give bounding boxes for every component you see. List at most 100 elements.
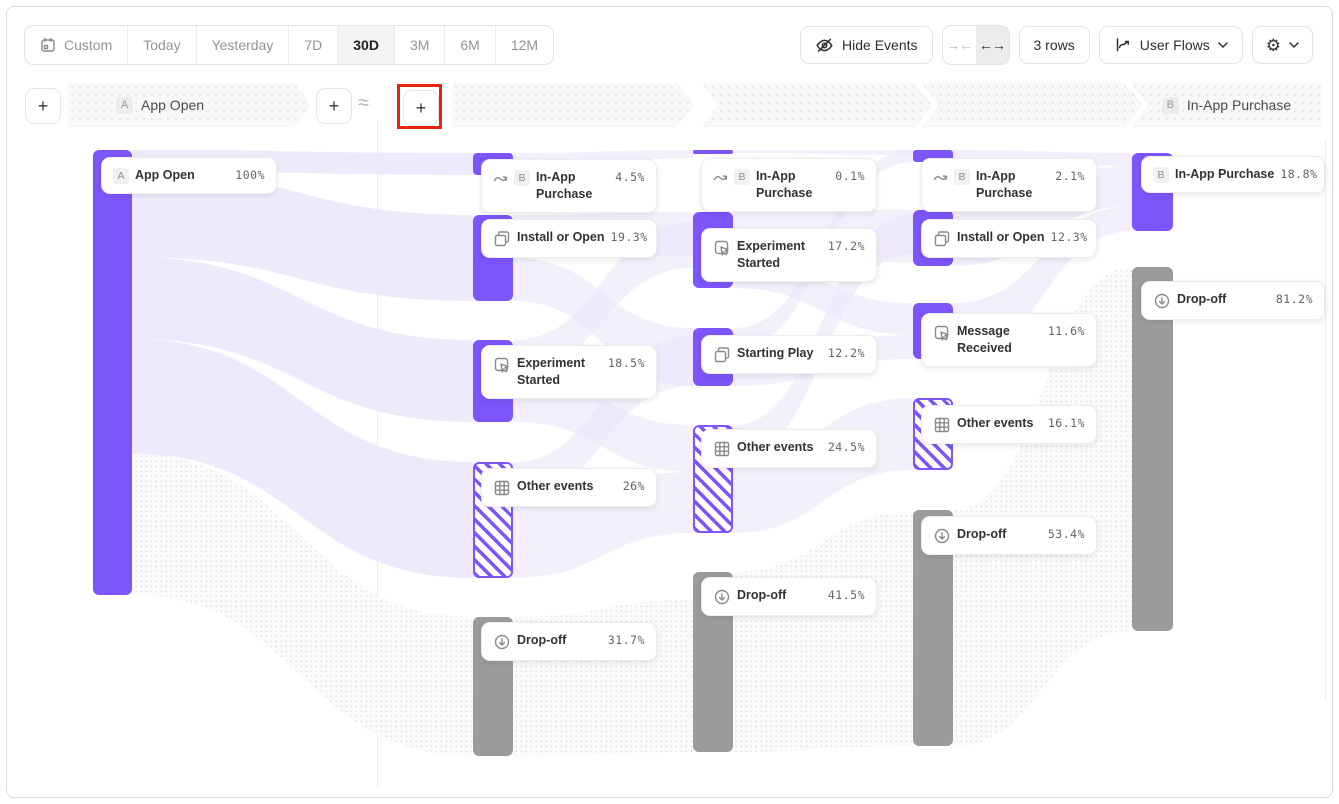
node-label: Drop-off xyxy=(1177,291,1226,308)
node-percent: 16.1% xyxy=(1048,415,1085,430)
node-percent: 100% xyxy=(235,167,265,182)
node-percent: 12.2% xyxy=(828,345,865,360)
right-edge-divider xyxy=(1325,140,1326,700)
chevron-down-icon xyxy=(1218,42,1228,48)
node-card-message-received[interactable]: Message Received 11.6% xyxy=(921,313,1097,367)
node-card-app-open[interactable]: A App Open 100% xyxy=(101,157,277,194)
date-range-picker: Custom Today Yesterday 7D 30D 3M 6M 12M xyxy=(24,25,554,65)
node-card-in-app-purchase[interactable]: B In-App Purchase 4.5% xyxy=(481,159,657,213)
node-percent: 11.6% xyxy=(1048,323,1085,338)
section-divider xyxy=(377,120,378,788)
grid-icon xyxy=(493,479,511,497)
range-12m[interactable]: 12M xyxy=(496,26,553,64)
bar-in-app-purchase[interactable] xyxy=(693,150,733,154)
node-label: In-App Purchase xyxy=(976,168,1049,202)
range-yesterday[interactable]: Yesterday xyxy=(197,26,290,64)
node-card-drop-off[interactable]: Drop-off 53.4% xyxy=(921,516,1097,555)
eye-off-icon xyxy=(815,36,834,55)
collapse-columns-button[interactable]: →← xyxy=(943,26,976,64)
approx-separator: ≈ xyxy=(358,92,369,115)
node-percent: 19.3% xyxy=(611,229,648,244)
node-label: Drop-off xyxy=(517,632,566,649)
toolbar-right: Hide Events →← ←→ 3 rows User Flows ⚙ xyxy=(800,25,1313,65)
bar-app-open[interactable] xyxy=(93,150,132,595)
range-custom[interactable]: Custom xyxy=(25,26,128,64)
wave-arrow-icon xyxy=(493,170,508,186)
step-b-badge: B xyxy=(1162,97,1179,114)
node-percent: 18.5% xyxy=(608,355,645,370)
step-a-label: App Open xyxy=(141,97,204,113)
step-header-app-open[interactable]: A App Open xyxy=(68,83,312,127)
drop-off-icon xyxy=(1153,292,1171,310)
node-card-drop-off[interactable]: Drop-off 31.7% xyxy=(481,622,657,661)
step-b-badge: B xyxy=(954,169,970,185)
drop-off-icon xyxy=(493,633,511,651)
node-card-in-app-purchase[interactable]: B In-App Purchase 18.8% xyxy=(1141,156,1325,193)
node-label: In-App Purchase xyxy=(1175,166,1274,183)
node-percent: 0.1% xyxy=(835,168,865,183)
copy-icon xyxy=(713,346,731,364)
view-label: User Flows xyxy=(1140,37,1210,53)
node-label: In-App Purchase xyxy=(756,168,829,202)
node-card-drop-off[interactable]: Drop-off 81.2% xyxy=(1141,281,1325,320)
node-card-other-events[interactable]: Other events 16.1% xyxy=(921,405,1097,444)
node-card-starting-play[interactable]: Starting Play 12.2% xyxy=(701,335,877,374)
node-percent: 2.1% xyxy=(1055,168,1085,183)
range-3m[interactable]: 3M xyxy=(395,26,445,64)
node-card-in-app-purchase[interactable]: B In-App Purchase 0.1% xyxy=(701,158,877,212)
spacing-toggle: →← ←→ xyxy=(942,25,1010,65)
node-percent: 26% xyxy=(623,478,645,493)
range-30d-active[interactable]: 30D xyxy=(338,26,395,64)
add-step-after-a-button[interactable]: + xyxy=(316,88,352,124)
node-card-drop-off[interactable]: Drop-off 41.5% xyxy=(701,577,877,616)
node-card-in-app-purchase[interactable]: B In-App Purchase 2.1% xyxy=(921,158,1097,212)
cursor-click-icon xyxy=(933,324,951,342)
range-today[interactable]: Today xyxy=(128,26,196,64)
wave-arrow-icon xyxy=(933,169,948,185)
node-card-experiment-started[interactable]: Experiment Started 17.2% xyxy=(701,228,877,282)
step-a-badge: A xyxy=(113,168,129,184)
node-label: Starting Play xyxy=(737,345,813,362)
node-card-experiment-started[interactable]: Experiment Started 18.5% xyxy=(481,345,657,399)
node-card-other-events[interactable]: Other events 24.5% xyxy=(701,429,877,468)
step-a-badge: A xyxy=(116,97,133,114)
hide-events-button[interactable]: Hide Events xyxy=(800,26,932,64)
node-label: Install or Open xyxy=(957,229,1045,246)
drop-off-icon xyxy=(933,527,951,545)
step-b-badge: B xyxy=(1153,167,1169,183)
add-step-before-button[interactable]: + xyxy=(25,88,61,124)
rows-label: 3 rows xyxy=(1034,37,1075,53)
node-label: Message Received xyxy=(957,323,1042,357)
node-card-other-events[interactable]: Other events 26% xyxy=(481,468,657,507)
node-label: App Open xyxy=(135,167,195,184)
range-7d[interactable]: 7D xyxy=(289,26,338,64)
node-percent: 53.4% xyxy=(1048,526,1085,541)
wave-arrow-icon xyxy=(713,169,728,185)
node-percent: 24.5% xyxy=(828,439,865,454)
node-card-install-or-open[interactable]: Install or Open 12.3% xyxy=(921,219,1097,258)
step-header-empty-3[interactable] xyxy=(921,83,1143,127)
expand-columns-button[interactable]: ←→ xyxy=(976,26,1009,64)
chevron-down-icon xyxy=(1289,42,1299,48)
settings-button[interactable]: ⚙ xyxy=(1252,26,1313,64)
node-card-install-or-open[interactable]: Install or Open 19.3% xyxy=(481,219,657,258)
step-header-in-app-purchase[interactable]: B In-App Purchase xyxy=(1131,83,1322,127)
copy-icon xyxy=(493,230,511,248)
cursor-click-icon xyxy=(493,356,511,374)
range-6m[interactable]: 6M xyxy=(445,26,495,64)
rows-button[interactable]: 3 rows xyxy=(1019,26,1090,64)
view-selector-button[interactable]: User Flows xyxy=(1099,26,1243,64)
node-label: Other events xyxy=(957,415,1033,432)
flows-chart-icon xyxy=(1114,36,1132,54)
step-header-empty-1[interactable] xyxy=(452,83,695,127)
node-percent: 41.5% xyxy=(828,587,865,602)
step-header-empty-2[interactable] xyxy=(701,83,933,127)
action-highlight-box xyxy=(397,84,442,129)
bar-drop-off[interactable] xyxy=(1132,267,1173,631)
node-label: Other events xyxy=(517,478,593,495)
range-label: Custom xyxy=(64,37,112,53)
node-percent: 12.3% xyxy=(1051,229,1088,244)
cursor-click-icon xyxy=(713,239,731,257)
node-percent: 31.7% xyxy=(608,632,645,647)
drop-off-icon xyxy=(713,588,731,606)
